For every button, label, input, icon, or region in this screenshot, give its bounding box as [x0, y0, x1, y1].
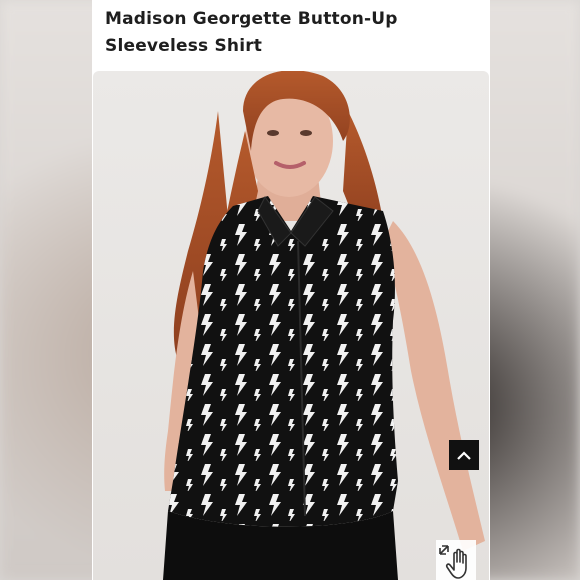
chevron-up-icon: [457, 448, 471, 463]
hand-pointer-expand-icon: [436, 545, 476, 580]
zoom-button[interactable]: [436, 540, 476, 580]
scroll-to-top-button[interactable]: [449, 440, 479, 470]
product-photo-illustration: [163, 71, 485, 580]
product-card: Madison Georgette Button-Up Sleeveless S…: [92, 0, 490, 580]
product-title: Madison Georgette Button-Up Sleeveless S…: [105, 9, 398, 56]
product-photo[interactable]: [93, 71, 489, 580]
